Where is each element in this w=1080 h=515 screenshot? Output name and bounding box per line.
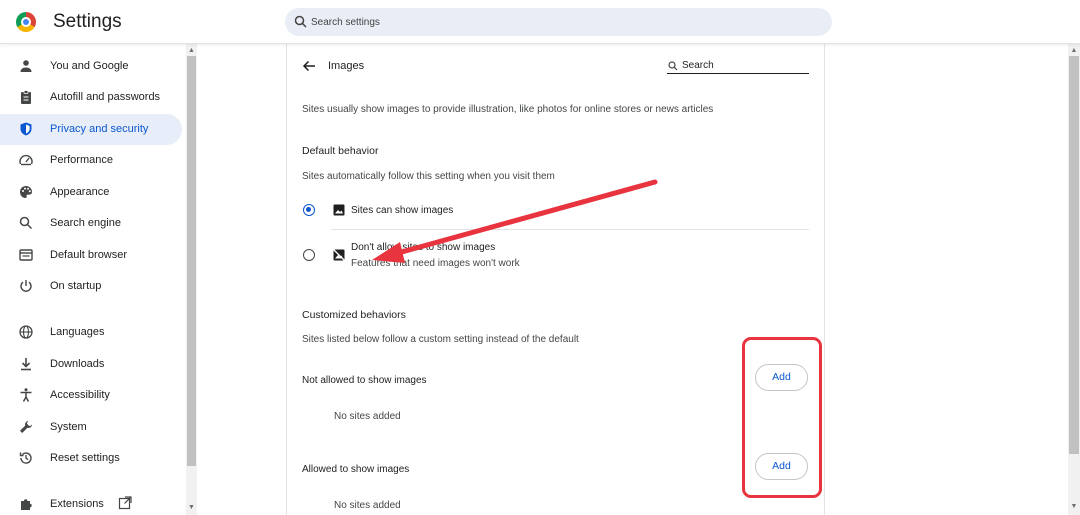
sidebar-scroll-down-icon[interactable]: ▼ bbox=[187, 503, 196, 512]
sidebar-item-autofill[interactable]: Autofill and passwords bbox=[0, 82, 182, 113]
images-search-input[interactable] bbox=[682, 58, 804, 72]
sidebar-item-search-engine[interactable]: Search engine bbox=[0, 208, 182, 239]
sidebar-item-performance[interactable]: Performance bbox=[0, 145, 182, 176]
page-scroll-up-icon[interactable]: ▲ bbox=[1069, 46, 1079, 56]
option-dont-allow-images-label: Don't allow sites to show images bbox=[351, 242, 496, 253]
not-allowed-empty-label: No sites added bbox=[334, 411, 401, 422]
external-link-icon bbox=[118, 496, 132, 510]
page-description: Sites usually show images to provide ill… bbox=[302, 104, 714, 115]
settings-search-input[interactable] bbox=[311, 13, 811, 31]
sidebar-item-label: Languages bbox=[50, 326, 105, 338]
default-behavior-subtext: Sites automatically follow this setting … bbox=[302, 171, 555, 182]
person-icon bbox=[20, 60, 32, 72]
sidebar-item-accessibility[interactable]: Accessibility bbox=[0, 380, 182, 411]
sidebar-item-system[interactable]: System bbox=[0, 412, 182, 443]
images-search-box[interactable] bbox=[667, 58, 809, 74]
hide-image-icon bbox=[333, 249, 345, 261]
customized-behaviors-heading: Customized behaviors bbox=[302, 309, 406, 321]
sidebar: You and Google Autofill and passwords Pr… bbox=[0, 44, 198, 515]
option-divider bbox=[331, 229, 809, 230]
search-icon bbox=[668, 61, 678, 71]
sidebar-item-label: Reset settings bbox=[50, 452, 120, 464]
sidebar-item-on-startup[interactable]: On startup bbox=[0, 271, 182, 302]
wrench-icon bbox=[20, 421, 32, 433]
palette-icon bbox=[20, 186, 32, 198]
sidebar-item-label: Performance bbox=[50, 154, 113, 166]
annotation-highlight-box bbox=[742, 337, 822, 498]
sidebar-scroll-up-icon[interactable]: ▲ bbox=[187, 46, 196, 55]
radio-dont-allow-images[interactable] bbox=[303, 249, 315, 261]
option-dont-allow-images-sublabel: Features that need images won't work bbox=[351, 258, 520, 269]
sidebar-item-label: Accessibility bbox=[50, 389, 110, 401]
shield-icon bbox=[20, 122, 32, 136]
sidebar-item-label: Appearance bbox=[50, 186, 110, 198]
default-behavior-heading: Default behavior bbox=[302, 145, 379, 157]
allowed-heading: Allowed to show images bbox=[302, 464, 410, 475]
sidebar-item-downloads[interactable]: Downloads bbox=[0, 349, 182, 380]
page-scroll-down-icon[interactable]: ▼ bbox=[1069, 502, 1079, 512]
not-allowed-heading: Not allowed to show images bbox=[302, 375, 427, 386]
sidebar-item-label: On startup bbox=[50, 280, 102, 292]
history-icon bbox=[19, 452, 32, 464]
sidebar-item-extensions[interactable]: Extensions bbox=[0, 489, 182, 515]
sidebar-item-label: Search engine bbox=[50, 217, 121, 229]
sidebar-item-label: Extensions bbox=[50, 498, 104, 510]
browser-icon bbox=[19, 249, 33, 261]
back-arrow-icon[interactable] bbox=[302, 59, 316, 73]
accessibility-icon bbox=[20, 388, 32, 402]
page-title: Images bbox=[328, 60, 365, 72]
search-icon bbox=[19, 216, 33, 230]
option-sites-can-show-images-label: Sites can show images bbox=[351, 205, 454, 216]
settings-search-box[interactable] bbox=[285, 8, 832, 36]
sidebar-item-default-browser[interactable]: Default browser bbox=[0, 240, 182, 271]
sidebar-item-privacy[interactable]: Privacy and security bbox=[0, 114, 182, 145]
sidebar-item-label: Autofill and passwords bbox=[50, 91, 161, 103]
radio-sites-can-show-images[interactable] bbox=[303, 204, 315, 216]
sidebar-scrollbar-thumb[interactable] bbox=[187, 56, 196, 466]
download-icon bbox=[21, 358, 31, 371]
app-title: Settings bbox=[53, 11, 122, 32]
chrome-logo-icon bbox=[16, 12, 36, 32]
gauge-icon bbox=[19, 154, 33, 166]
sidebar-item-languages[interactable]: Languages bbox=[0, 317, 182, 348]
clipboard-icon bbox=[21, 90, 31, 104]
sidebar-item-you-and-google[interactable]: You and Google bbox=[0, 51, 182, 82]
sidebar-item-label: You and Google bbox=[50, 60, 129, 72]
search-icon bbox=[294, 15, 307, 28]
sidebar-item-label: Default browser bbox=[50, 249, 128, 261]
sidebar-item-appearance[interactable]: Appearance bbox=[0, 177, 182, 208]
sidebar-item-label: Downloads bbox=[50, 358, 105, 370]
sidebar-item-reset-settings[interactable]: Reset settings bbox=[0, 443, 182, 474]
puzzle-icon bbox=[21, 499, 32, 510]
page-scrollbar-thumb[interactable] bbox=[1069, 56, 1079, 454]
power-icon bbox=[20, 280, 32, 292]
image-icon bbox=[333, 204, 345, 216]
sidebar-item-label: System bbox=[50, 421, 87, 433]
top-bar: Settings bbox=[0, 0, 1080, 44]
sidebar-item-label: Privacy and security bbox=[50, 123, 149, 135]
customized-behaviors-subtext: Sites listed below follow a custom setti… bbox=[302, 334, 579, 345]
allowed-empty-label: No sites added bbox=[334, 500, 401, 511]
globe-icon bbox=[19, 325, 33, 339]
